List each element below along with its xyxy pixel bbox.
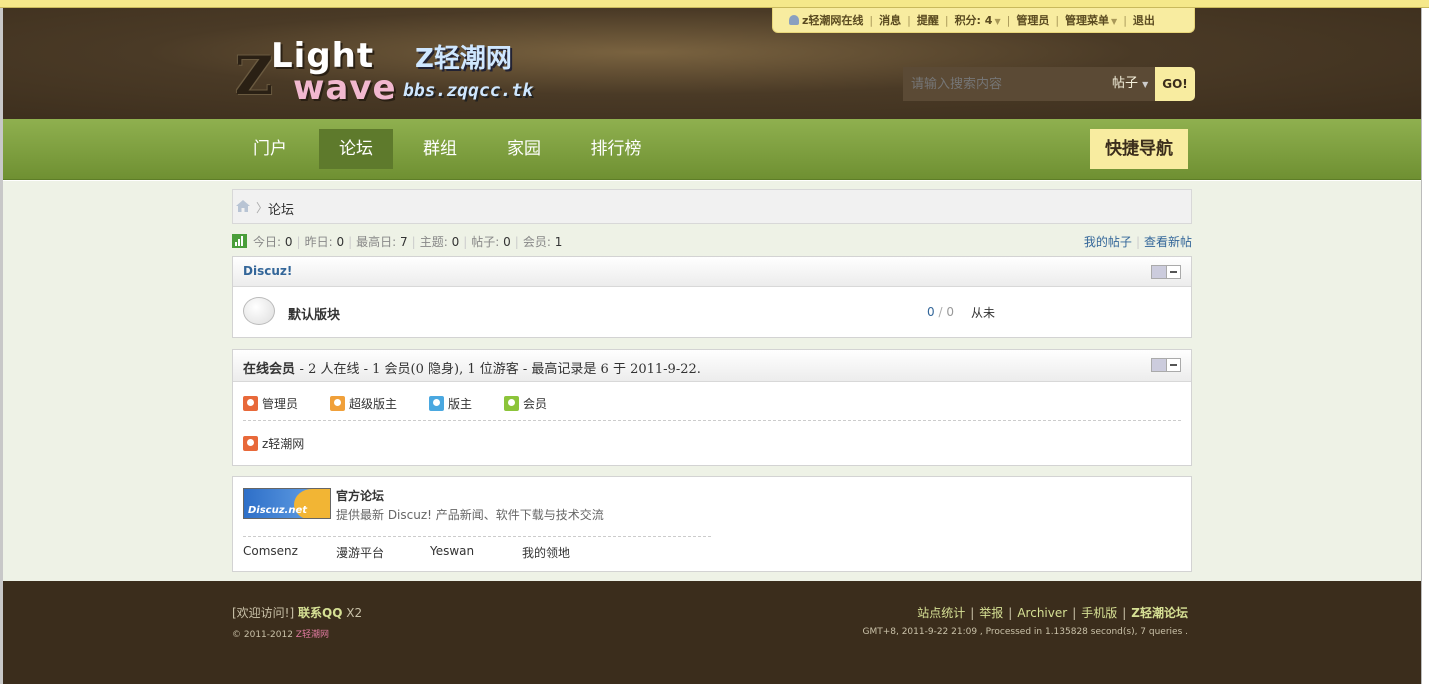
credits-menu[interactable]: 积分: 4 ▼	[949, 12, 1007, 28]
super-moderator-user-icon	[330, 395, 346, 411]
search-input[interactable]	[903, 67, 1103, 101]
stat-members: 1	[554, 235, 563, 249]
partner-description: 提供最新 Discuz! 产品新闻、软件下载与技术交流	[336, 508, 604, 522]
search-type-select[interactable]: 帖子 ▼	[1103, 67, 1155, 101]
logo-chinese-name: Z轻潮网	[415, 44, 512, 74]
legend-admin: 管理员	[243, 393, 298, 413]
forum-row: 默认版块 0 / 0 从未	[233, 287, 1191, 337]
site-footer: [欢迎访问!] 联系QQ X2 © 2011-2012 Z轻潮网 站点统计 | 举报…	[3, 581, 1421, 684]
partner-title[interactable]: 官方论坛	[336, 487, 384, 504]
forum-category: Discuz! 默认版块 0 / 0 从未	[232, 256, 1192, 338]
my-posts-link[interactable]: 我的帖子	[1084, 235, 1132, 249]
forum-name[interactable]: 默认版块	[288, 304, 340, 323]
breadcrumb: 〉 论坛	[232, 189, 1192, 224]
collapse-toggle-icon[interactable]	[1151, 265, 1181, 279]
partner-link[interactable]: Comsenz	[243, 544, 298, 558]
footer-copyright: © 2011-2012 Z轻潮网	[232, 630, 329, 640]
admin-link[interactable]: 管理员	[1010, 12, 1055, 28]
user-icon	[789, 15, 799, 25]
logout-link[interactable]: 退出	[1127, 12, 1161, 28]
messages-link[interactable]: 消息	[873, 12, 907, 28]
footer-debug-info: GMT+8, 2011-9-22 21:09 , Processed in 1.…	[862, 627, 1188, 637]
partner-link[interactable]: 漫游平台	[336, 544, 384, 561]
admin-user-icon	[243, 395, 258, 411]
collapse-toggle-icon[interactable]	[1151, 358, 1181, 372]
legend-moderator: 版主	[429, 393, 472, 413]
online-member-name: z轻潮网	[262, 437, 305, 451]
forum-bubble-icon	[243, 297, 275, 325]
archiver-link[interactable]: Archiver	[1017, 606, 1067, 620]
stat-today: 0	[284, 235, 293, 249]
main-nav: 门户 论坛 群组 家园 排行榜 快捷导航	[3, 119, 1421, 180]
member-legend: 管理员 超级版主 版主 会员	[243, 393, 579, 413]
quick-nav-button[interactable]: 快捷导航	[1090, 129, 1188, 169]
home-icon[interactable]	[236, 200, 250, 212]
divider	[243, 420, 1181, 421]
stats-chart-icon	[232, 234, 247, 248]
stat-posts: 0	[503, 235, 511, 249]
logo-z: Z	[235, 46, 273, 107]
online-members-box: 在线会员 - 2 人在线 - 1 会员(0 隐身), 1 位游客 - 最高记录是…	[232, 349, 1192, 466]
site-header: Z Light wave Z轻潮网 bbs.zqqcc.tk z轻潮网在线 | …	[3, 8, 1421, 119]
online-header: 在线会员 - 2 人在线 - 1 会员(0 隐身), 1 位游客 - 最高记录是…	[233, 350, 1191, 382]
contact-qq-link[interactable]: 联系QQ	[298, 606, 342, 620]
partner-links-box: Discuz.net 官方论坛 提供最新 Discuz! 产品新闻、软件下载与技…	[232, 476, 1192, 572]
logo-url: bbs.zqqcc.tk	[403, 80, 534, 101]
nav-home[interactable]: 家园	[489, 129, 559, 169]
partner-link[interactable]: Yeswan	[430, 544, 474, 558]
forum-post-count: 0 / 0	[927, 305, 954, 319]
window-top-border	[0, 0, 1429, 8]
reminders-link[interactable]: 提醒	[911, 12, 945, 28]
moderator-user-icon	[429, 395, 445, 411]
legend-member: 会员	[504, 393, 547, 413]
stat-threads: 0	[451, 235, 460, 249]
nav-ranking[interactable]: 排行榜	[581, 129, 651, 169]
member-user-icon	[504, 395, 520, 411]
stats-links: 我的帖子 | 查看新帖	[1083, 235, 1192, 249]
category-title[interactable]: Discuz!	[243, 264, 292, 278]
search-bar: 帖子 ▼ GO!	[903, 67, 1195, 101]
stat-yesterday: 0	[336, 235, 345, 249]
x2-link[interactable]: X2	[346, 606, 362, 620]
category-header: Discuz!	[233, 257, 1191, 287]
divider	[243, 536, 711, 537]
partner-link[interactable]: 我的领地	[522, 544, 570, 561]
discuz-logo[interactable]: Discuz.net	[243, 488, 331, 519]
nav-groups[interactable]: 群组	[405, 129, 475, 169]
search-button[interactable]: GO!	[1155, 67, 1195, 101]
online-member[interactable]: z轻潮网	[243, 435, 304, 452]
chevron-down-icon: ▼	[1142, 80, 1149, 89]
forum-site-link[interactable]: Z轻潮论坛	[1131, 606, 1188, 620]
nav-portal[interactable]: 门户	[235, 129, 305, 169]
online-summary: - 2 人在线 - 1 会员(0 隐身), 1 位游客 - 最高记录是 6 于 …	[299, 362, 701, 377]
admin-menu[interactable]: 管理菜单 ▼	[1059, 12, 1123, 28]
footer-brand-link[interactable]: Z轻潮网	[296, 630, 329, 640]
footer-links: 站点统计 | 举报 | Archiver | 手机版 | Z轻潮论坛	[917, 606, 1188, 620]
legend-super-moderator: 超级版主	[330, 393, 397, 413]
site-stats-link[interactable]: 站点统计	[917, 606, 965, 620]
mobile-link[interactable]: 手机版	[1081, 606, 1117, 620]
nav-forum[interactable]: 论坛	[319, 129, 393, 169]
footer-welcome: [欢迎访问!] 联系QQ X2	[232, 606, 363, 620]
forum-stats: 今日: 0 | 昨日: 0 | 最高日: 7 | 主题: 0 | 帖子: 0 | 会员: 1 我的帖…	[232, 232, 1192, 250]
online-body: 管理员 超级版主 版主 会员 z轻潮网	[233, 382, 1191, 466]
breadcrumb-current[interactable]: 论坛	[268, 199, 294, 218]
online-title[interactable]: 在线会员 - 2 人在线 - 1 会员(0 隐身), 1 位游客 - 最高记录是…	[243, 358, 701, 377]
admin-user-icon	[243, 436, 258, 451]
forum-last-post: 从未	[971, 306, 996, 320]
chevron-down-icon: ▼	[994, 17, 1001, 26]
site-logo[interactable]: Z Light wave Z轻潮网 bbs.zqqcc.tk	[235, 36, 565, 108]
stats-line: 今日: 0 | 昨日: 0 | 最高日: 7 | 主题: 0 | 帖子: 0 | 会员: 1	[253, 235, 563, 249]
logo-wave: wave	[293, 68, 397, 108]
window-scrollbar-track[interactable]	[1421, 8, 1429, 684]
report-link[interactable]: 举报	[979, 606, 1003, 620]
breadcrumb-separator-icon: 〉	[256, 201, 269, 215]
new-posts-link[interactable]: 查看新帖	[1144, 235, 1192, 249]
stat-max: 7	[400, 235, 408, 249]
user-toolbar: z轻潮网在线 | 消息 | 提醒 | 积分: 4 ▼ | 管理员 | 管理菜单 ▼ …	[772, 8, 1195, 33]
chevron-down-icon: ▼	[1111, 17, 1118, 26]
user-status-link[interactable]: z轻潮网在线	[783, 12, 869, 28]
